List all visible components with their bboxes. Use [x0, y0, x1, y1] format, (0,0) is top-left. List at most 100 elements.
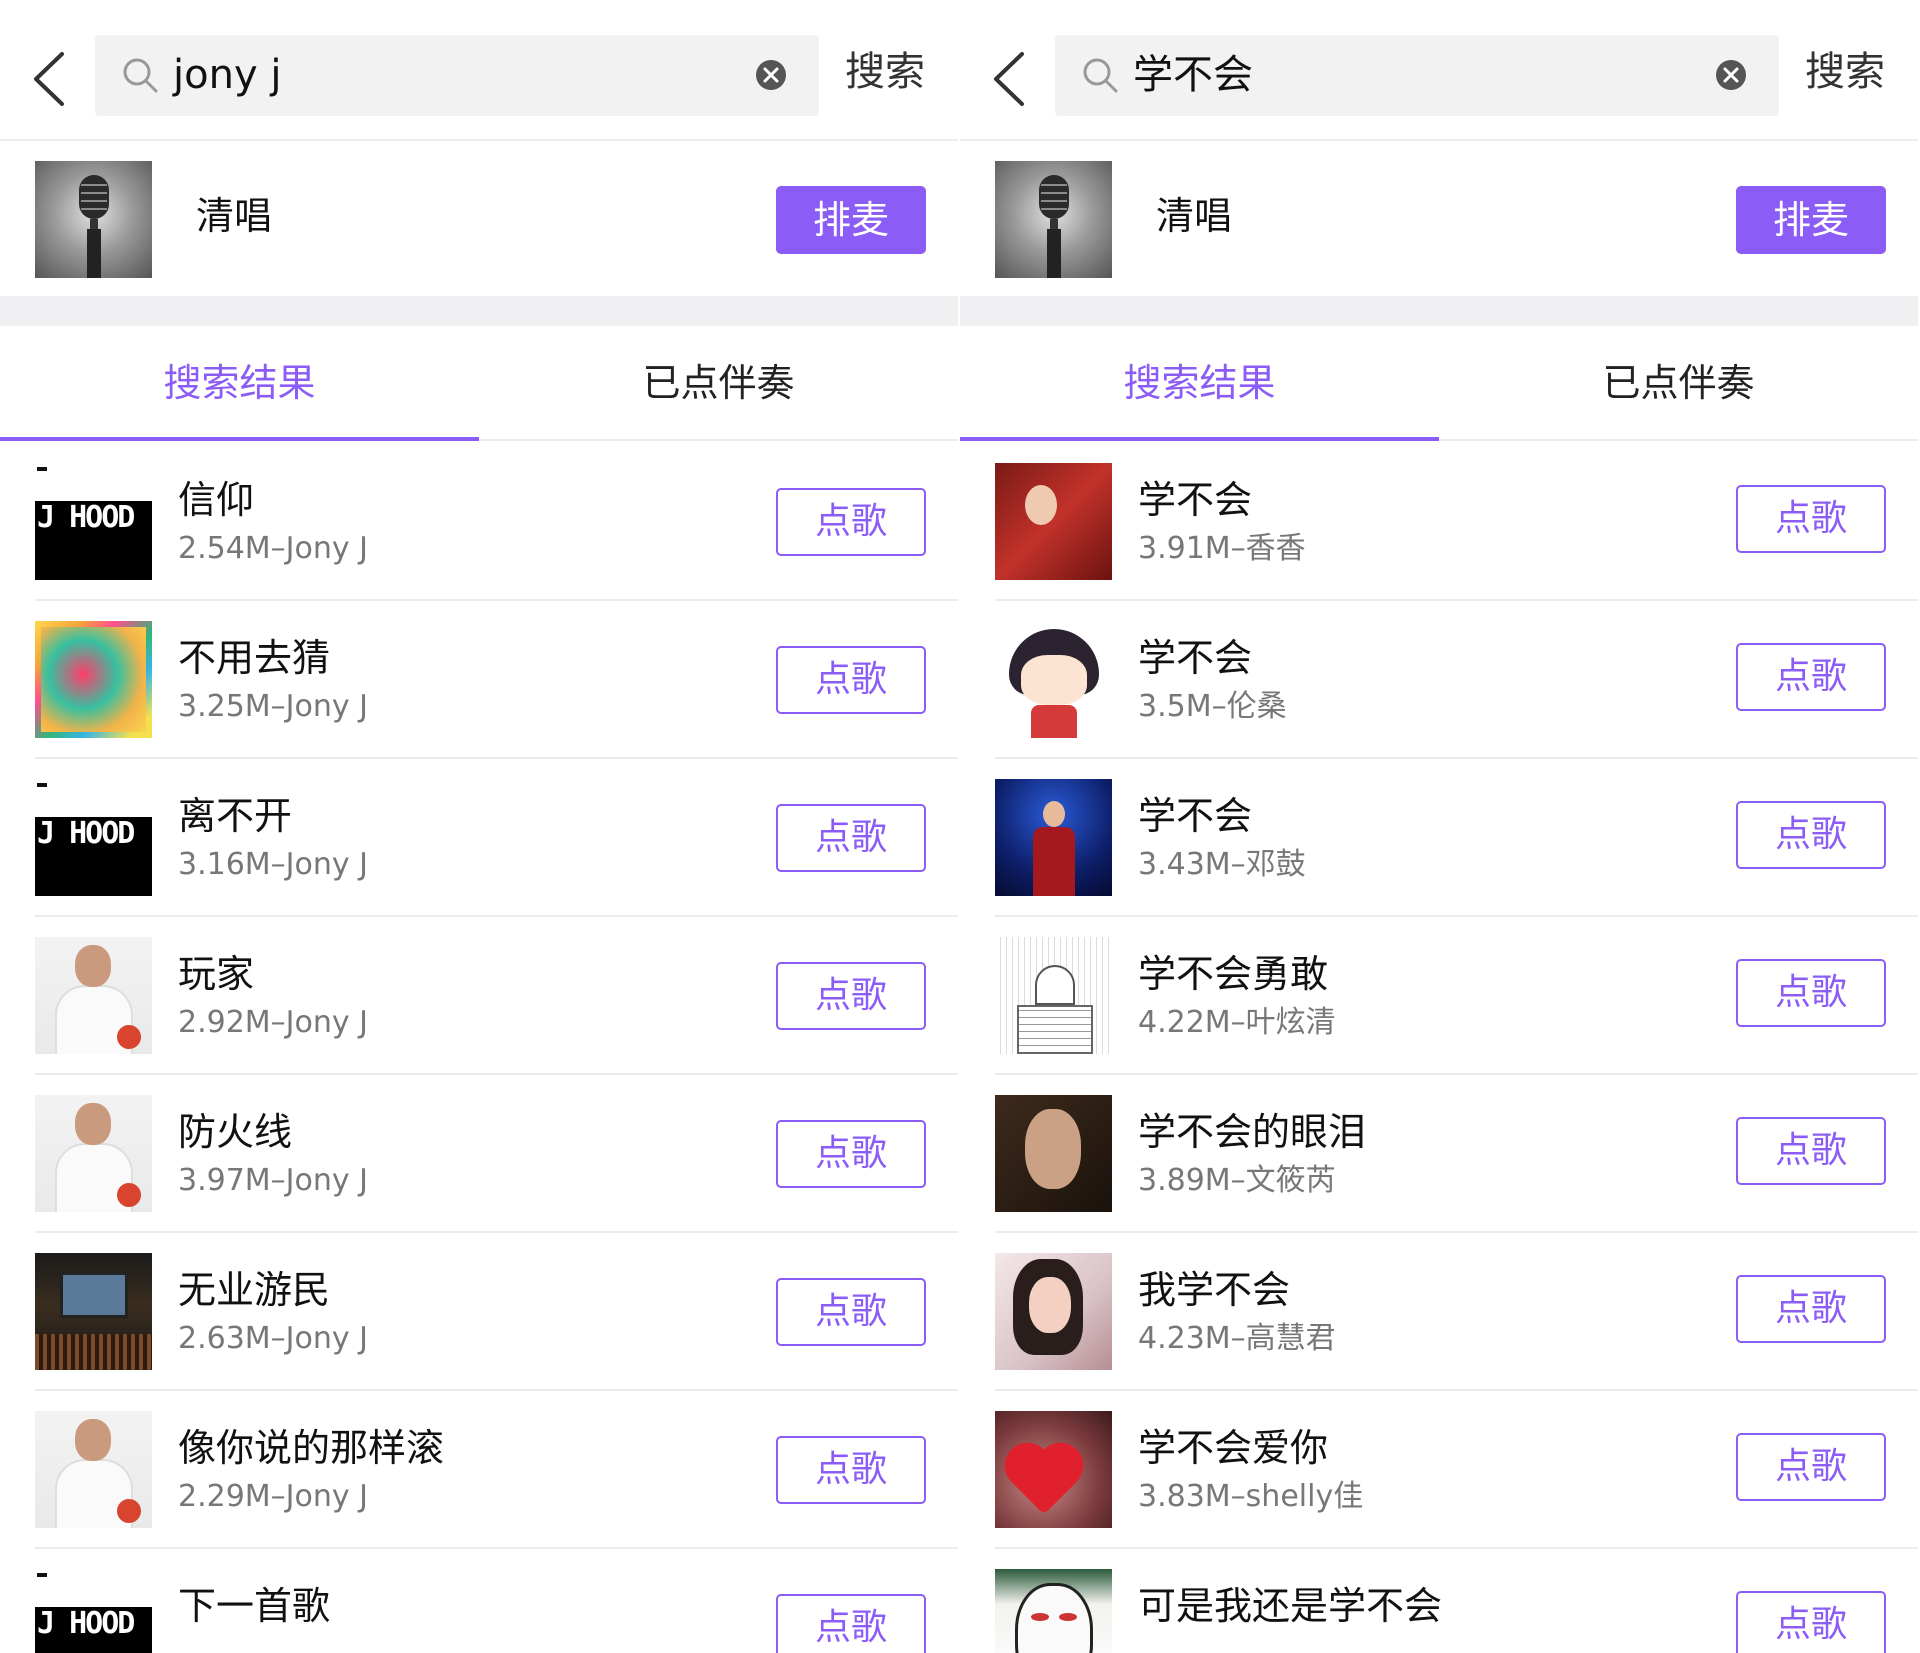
list-item[interactable]: 无业游民 2.63M–Jony J 点歌 [0, 1233, 958, 1391]
album-cover [995, 937, 1112, 1054]
tab-search-results[interactable]: 搜索结果 [960, 326, 1439, 441]
list-item[interactable]: 防火线 3.97M–Jony J 点歌 [0, 1075, 958, 1233]
song-title: 下一首歌 [178, 1584, 331, 1628]
list-item[interactable]: 不用去猜 3.25M–Jony J 点歌 [0, 601, 958, 759]
song-title: 不用去猜 [178, 636, 331, 680]
list-item[interactable]: J HOOD 信仰 2.54M–Jony J 点歌 [0, 443, 958, 601]
song-meta: 2.29M–Jony J [178, 1479, 369, 1514]
request-song-button[interactable]: 点歌 [1736, 1275, 1886, 1343]
request-song-button[interactable]: 点歌 [1736, 1433, 1886, 1501]
tab-requested-tracks[interactable]: 已点伴奏 [1439, 326, 1918, 441]
album-cover [35, 1411, 152, 1528]
song-meta: 2.54M–Jony J [178, 531, 369, 566]
song-meta: 3.5M–伦桑 [1138, 689, 1287, 724]
album-cover [995, 779, 1112, 896]
song-title: 学不会 [1138, 794, 1253, 838]
queue-mic-button[interactable]: 排麦 [776, 186, 926, 254]
active-tab-indicator [960, 437, 1439, 441]
search-button[interactable]: 搜索 [1805, 48, 1885, 96]
search-query[interactable]: 学不会 [1133, 53, 1253, 97]
request-song-button[interactable]: 点歌 [776, 1278, 926, 1346]
queue-mic-button[interactable]: 排麦 [1736, 186, 1886, 254]
search-button[interactable]: 搜索 [845, 48, 925, 96]
song-title: 学不会 [1138, 478, 1253, 522]
list-item[interactable]: 玩家 2.92M–Jony J 点歌 [0, 917, 958, 1075]
album-cover [995, 463, 1112, 580]
search-icon [123, 58, 158, 93]
section-divider [0, 296, 958, 326]
panel-left: jony j 搜索 清唱 排麦 搜索结果 已点伴奏 J HOOD 信仰 2.54… [0, 0, 960, 1653]
song-title: 玩家 [178, 952, 255, 996]
song-title: 学不会的眼泪 [1138, 1110, 1367, 1154]
song-title: 像你说的那样滚 [178, 1426, 445, 1470]
acappella-title: 清唱 [1156, 194, 1233, 238]
list-item[interactable]: 学不会 3.91M–香香 点歌 [960, 443, 1918, 601]
album-cover [35, 937, 152, 1054]
request-song-button[interactable]: 点歌 [1736, 485, 1886, 553]
back-arrow-icon[interactable] [22, 44, 82, 114]
song-list: 学不会 3.91M–香香 点歌 学不会 3.5M–伦桑 点歌 学不会 3.43M… [960, 443, 1918, 1653]
request-song-button[interactable]: 点歌 [776, 488, 926, 556]
search-input[interactable]: jony j [95, 35, 819, 116]
album-cover: J HOOD [35, 1569, 152, 1653]
song-meta: 2.63M–Jony J [178, 1321, 369, 1356]
song-meta: 3.25M–Jony J [178, 689, 369, 724]
album-cover [35, 1095, 152, 1212]
acappella-row: 清唱 排麦 [960, 143, 1918, 296]
request-song-button[interactable]: 点歌 [776, 962, 926, 1030]
list-item[interactable]: 我学不会 4.23M–高慧君 点歌 [960, 1233, 1918, 1391]
song-title: 学不会勇敢 [1138, 952, 1329, 996]
album-cover [35, 621, 152, 738]
song-meta: 3.91M–香香 [1138, 531, 1306, 566]
acappella-row: 清唱 排麦 [0, 143, 958, 296]
request-song-button[interactable]: 点歌 [1736, 643, 1886, 711]
song-meta: 3.89M–文筱芮 [1138, 1163, 1336, 1198]
list-item[interactable]: 可是我还是学不会 点歌 [960, 1549, 1918, 1653]
album-cover [995, 621, 1112, 738]
song-meta: 3.43M–邓鼓 [1138, 847, 1306, 882]
search-icon [1083, 58, 1118, 93]
search-input[interactable]: 学不会 [1055, 35, 1779, 116]
request-song-button[interactable]: 点歌 [776, 1436, 926, 1504]
album-cover: J HOOD [35, 463, 152, 580]
list-item[interactable]: 学不会的眼泪 3.89M–文筱芮 点歌 [960, 1075, 1918, 1233]
request-song-button[interactable]: 点歌 [1736, 1117, 1886, 1185]
acappella-title: 清唱 [196, 194, 273, 238]
request-song-button[interactable]: 点歌 [776, 804, 926, 872]
request-song-button[interactable]: 点歌 [1736, 1591, 1886, 1653]
back-arrow-icon[interactable] [982, 44, 1042, 114]
album-cover [995, 1411, 1112, 1528]
list-item[interactable]: 学不会勇敢 4.22M–叶炫清 点歌 [960, 917, 1918, 1075]
list-item[interactable]: J HOOD 离不开 3.16M–Jony J 点歌 [0, 759, 958, 917]
microphone-icon [35, 161, 152, 278]
request-song-button[interactable]: 点歌 [776, 1120, 926, 1188]
song-title: 无业游民 [178, 1268, 331, 1312]
list-item[interactable]: J HOOD 下一首歌 点歌 [0, 1549, 958, 1653]
list-item[interactable]: 学不会爱你 3.83M–shelly佳 点歌 [960, 1391, 1918, 1549]
list-item[interactable]: 学不会 3.5M–伦桑 点歌 [960, 601, 1918, 759]
list-item[interactable]: 学不会 3.43M–邓鼓 点歌 [960, 759, 1918, 917]
request-song-button[interactable]: 点歌 [776, 646, 926, 714]
album-cover [995, 1569, 1112, 1653]
screens: jony j 搜索 清唱 排麦 搜索结果 已点伴奏 J HOOD 信仰 2.54… [0, 0, 1920, 1653]
tab-requested-tracks[interactable]: 已点伴奏 [479, 326, 958, 441]
search-query[interactable]: jony j [173, 53, 281, 97]
tab-bar: 搜索结果 已点伴奏 [0, 326, 958, 441]
album-cover [995, 1253, 1112, 1370]
panel-right: 学不会 搜索 清唱 排麦 搜索结果 已点伴奏 学不会 3.91M–香香 点歌 学… [960, 0, 1920, 1653]
song-title: 离不开 [178, 794, 293, 838]
album-cover [995, 1095, 1112, 1212]
request-song-button[interactable]: 点歌 [1736, 801, 1886, 869]
request-song-button[interactable]: 点歌 [776, 1594, 926, 1653]
album-cover [35, 1253, 152, 1370]
song-meta: 3.83M–shelly佳 [1138, 1479, 1364, 1514]
song-meta: 4.23M–高慧君 [1138, 1321, 1336, 1356]
song-meta: 4.22M–叶炫清 [1138, 1005, 1336, 1040]
song-title: 学不会 [1138, 636, 1253, 680]
tab-search-results[interactable]: 搜索结果 [0, 326, 479, 441]
clear-icon[interactable] [1715, 59, 1747, 91]
clear-icon[interactable] [755, 59, 787, 91]
active-tab-indicator [0, 437, 479, 441]
list-item[interactable]: 像你说的那样滚 2.29M–Jony J 点歌 [0, 1391, 958, 1549]
request-song-button[interactable]: 点歌 [1736, 959, 1886, 1027]
